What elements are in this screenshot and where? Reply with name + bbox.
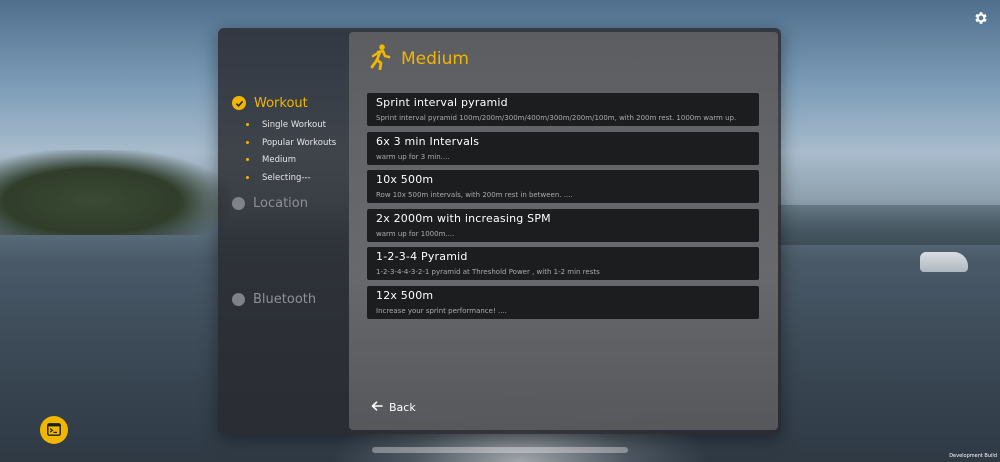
back-label: Back (389, 401, 416, 414)
terminal-icon (47, 421, 61, 440)
workout-title: 6x 3 min Intervals (376, 134, 480, 148)
step-location-label: Location (253, 195, 308, 211)
workout-title: Sprint interval pyramid (376, 96, 508, 109)
substep-selecting: Selecting--- (246, 171, 350, 189)
arrow-left-icon (371, 401, 383, 414)
workout-description: warm up for 3 min.... (376, 152, 450, 161)
workout-title: 10x 500m (376, 173, 434, 186)
step-bluetooth-label: Bluetooth (253, 291, 317, 307)
workout-description: Sprint interval pyramid 100m/200m/300m/4… (376, 114, 737, 122)
step-workout[interactable]: Workout (232, 94, 350, 112)
substep-popular-workouts[interactable]: Popular Workouts (246, 136, 350, 154)
page-title: Medium (401, 49, 469, 69)
setup-steps-nav: Workout Single Workout Popular Workouts … (232, 94, 350, 308)
step-workout-label: Workout (254, 95, 308, 111)
settings-gear-icon[interactable] (972, 9, 990, 27)
workout-title: 2x 2000m with increasing SPM (376, 211, 551, 225)
dev-build-label: Development Build (949, 453, 997, 459)
content-header: Medium (369, 44, 469, 74)
workout-setup-panel: Workout Single Workout Popular Workouts … (218, 28, 781, 434)
workout-substeps: Single Workout Popular Workouts Medium S… (246, 118, 350, 188)
workout-item-6x-3-min-intervals[interactable]: 6x 3 min Intervals warm up for 3 min.... (367, 131, 759, 165)
workout-title: 12x 500m (376, 288, 434, 302)
back-button[interactable]: Back (371, 401, 416, 414)
pending-dot-icon (232, 292, 245, 306)
workout-item-12x-500m[interactable]: 12x 500m Increase your sprint performanc… (367, 285, 759, 319)
workout-title: 1-2-3-4 Pyramid (376, 250, 468, 263)
workout-description: 1-2-3-4-4-3-2-1 pyramid at Threshold Pow… (376, 268, 600, 276)
workout-list-pane: Medium Sprint interval pyramid Sprint in… (349, 32, 778, 430)
workout-list: Sprint interval pyramid Sprint interval … (367, 93, 759, 324)
pending-dot-icon (232, 196, 245, 210)
workout-item-1-2-3-4-pyramid[interactable]: 1-2-3-4 Pyramid 1-2-3-4-4-3-2-1 pyramid … (367, 247, 759, 280)
step-bluetooth[interactable]: Bluetooth (232, 290, 350, 308)
checkmark-icon (232, 96, 246, 110)
workout-item-2x-2000m-increasing-spm[interactable]: 2x 2000m with increasing SPM warm up for… (367, 208, 759, 242)
background-shoreline-left (0, 150, 230, 235)
horizontal-scrollbar[interactable] (372, 447, 628, 453)
console-button[interactable] (40, 416, 68, 444)
workout-description: Row 10x 500m intervals, with 200m rest i… (376, 191, 573, 199)
workout-item-sprint-interval-pyramid[interactable]: Sprint interval pyramid Sprint interval … (367, 93, 759, 126)
workout-item-10x-500m[interactable]: 10x 500m Row 10x 500m intervals, with 20… (367, 170, 759, 203)
substep-medium[interactable]: Medium (246, 153, 350, 171)
running-person-icon (369, 44, 391, 74)
workout-description: warm up for 1000m.... (376, 229, 455, 238)
gear-icon (975, 12, 987, 24)
substep-single-workout[interactable]: Single Workout (246, 118, 350, 136)
background-shoreline-right (770, 205, 1000, 245)
step-location[interactable]: Location (232, 194, 350, 212)
background-boat (920, 252, 968, 272)
workout-description: Increase your sprint performance! .... (376, 306, 507, 315)
